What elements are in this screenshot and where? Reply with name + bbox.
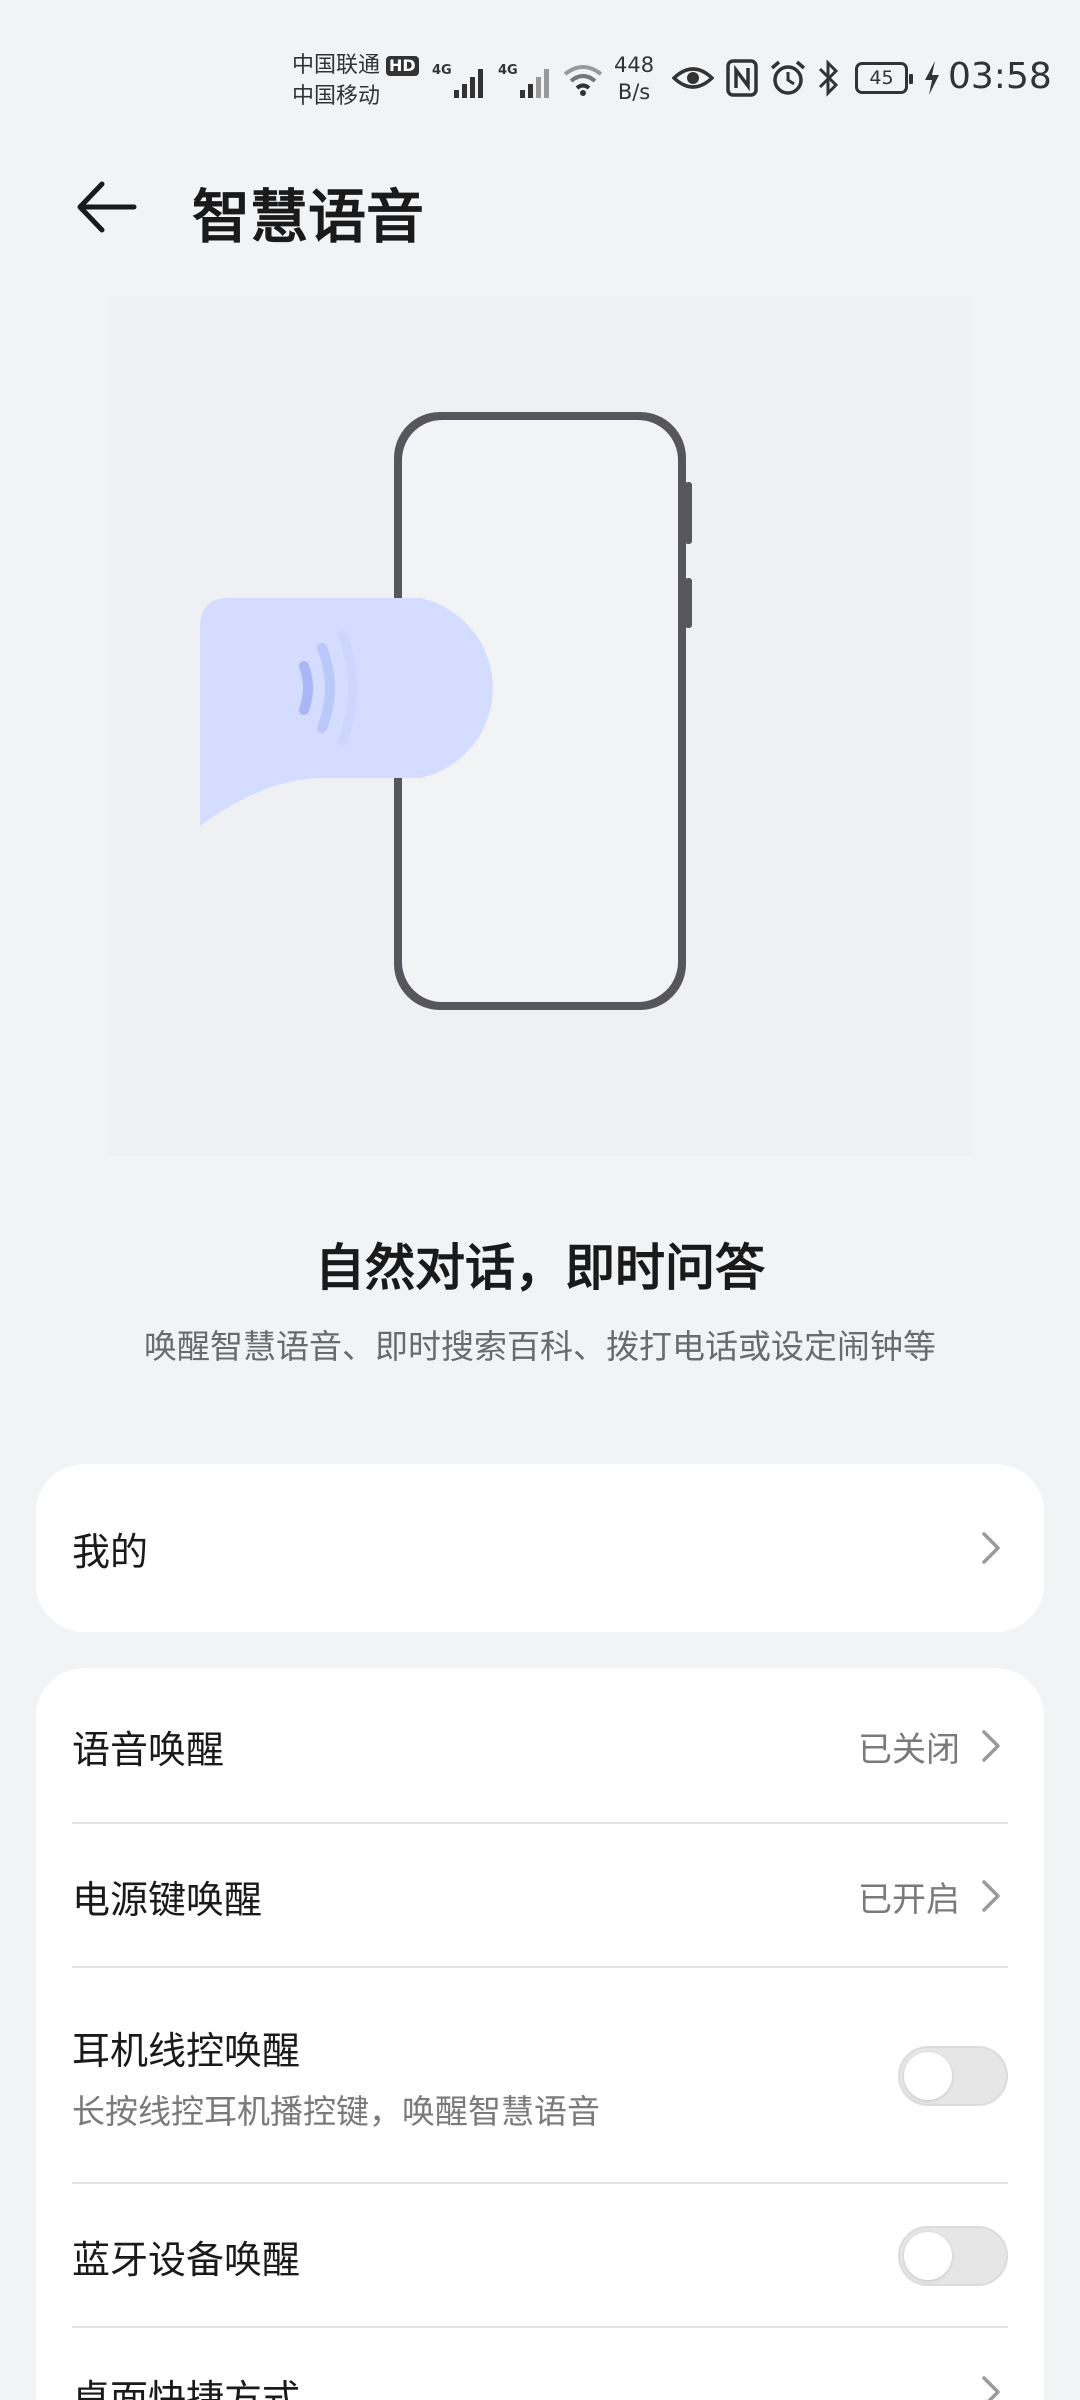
sim1-network-type: 4G bbox=[432, 63, 452, 78]
carrier-2-name: 中国移动 bbox=[292, 84, 381, 109]
toggle-knob bbox=[904, 2052, 952, 2100]
headset-wake-row[interactable]: 耳机线控唤醒 长按线控耳机播控键，唤醒智慧语音 bbox=[36, 1968, 1044, 2184]
headset-wake-text: 耳机线控唤醒 长按线控耳机播控键，唤醒智慧语音 bbox=[72, 2020, 898, 2133]
charging-icon bbox=[925, 61, 939, 95]
battery-indicator: 45 bbox=[855, 62, 913, 94]
alarm-icon bbox=[770, 60, 806, 95]
voice-wake-label: 语音唤醒 bbox=[72, 1727, 225, 1772]
signal-sim1-icon: 4G bbox=[432, 63, 483, 98]
hero-subtitle: 唤醒智慧语音、即时搜索百科、拨打电话或设定闹钟等 bbox=[144, 1327, 936, 1366]
bluetooth-wake-toggle[interactable] bbox=[898, 2226, 1008, 2286]
back-arrow-icon[interactable] bbox=[72, 172, 142, 242]
headset-wake-toggle[interactable] bbox=[898, 2046, 1008, 2106]
mine-card[interactable]: 我的 bbox=[36, 1464, 1044, 1632]
power-key-wake-label: 电源键唤醒 bbox=[72, 1877, 263, 1922]
net-speed-value: 448 bbox=[614, 53, 655, 77]
hd-badge: HD bbox=[386, 55, 419, 76]
toggle-knob bbox=[904, 2232, 952, 2280]
bluetooth-wake-row[interactable]: 蓝牙设备唤醒 bbox=[36, 2184, 1044, 2328]
chevron-right-icon bbox=[982, 2376, 1000, 2400]
battery-level: 45 bbox=[869, 67, 894, 89]
sim2-network-type: 4G bbox=[498, 63, 518, 78]
mine-row[interactable]: 我的 bbox=[36, 1464, 1044, 1632]
signal-sim2-icon: 4G bbox=[498, 63, 549, 98]
hero-illustration bbox=[108, 296, 972, 1156]
eye-comfort-icon bbox=[672, 67, 714, 89]
desktop-shortcut-row[interactable]: 桌面快捷方式 bbox=[36, 2328, 1044, 2400]
page-title: 智慧语音 bbox=[192, 183, 425, 251]
status-bar: 中国联通 HD 中国移动 4G 4G 448 B/s 45 03:58 bbox=[0, 0, 1080, 130]
wake-settings-card: 语音唤醒 已关闭 电源键唤醒 已开启 耳机线控唤醒 长按线控耳机播控键，唤醒智慧… bbox=[36, 1668, 1044, 2400]
power-key-wake-status: 已开启 bbox=[858, 1879, 960, 1920]
nfc-icon bbox=[726, 59, 758, 97]
phone-voice-illustration bbox=[200, 412, 692, 1010]
desktop-shortcut-label: 桌面快捷方式 bbox=[72, 2377, 301, 2400]
carrier-info: 中国联通 HD 中国移动 bbox=[292, 50, 419, 112]
mine-label: 我的 bbox=[72, 1529, 149, 1574]
chevron-right-icon bbox=[982, 1730, 1000, 1762]
carrier-1-name: 中国联通 bbox=[292, 53, 381, 78]
net-speed: 448 B/s bbox=[614, 52, 654, 106]
net-speed-unit: B/s bbox=[617, 80, 651, 104]
headset-wake-label: 耳机线控唤醒 bbox=[72, 2028, 301, 2073]
voice-wake-row[interactable]: 语音唤醒 已关闭 bbox=[36, 1668, 1044, 1824]
bluetooth-wake-label: 蓝牙设备唤醒 bbox=[72, 2237, 301, 2282]
voice-wake-status: 已关闭 bbox=[858, 1729, 960, 1770]
bluetooth-icon bbox=[818, 59, 839, 97]
wifi-icon bbox=[563, 65, 603, 96]
status-time: 03:58 bbox=[948, 56, 1052, 97]
hero-title: 自然对话，即时问答 bbox=[315, 1239, 765, 1297]
chevron-right-icon bbox=[982, 1880, 1000, 1912]
chevron-right-icon bbox=[982, 1532, 1000, 1564]
power-key-wake-row[interactable]: 电源键唤醒 已开启 bbox=[36, 1824, 1044, 1968]
headset-wake-description: 长按线控耳机播控键，唤醒智慧语音 bbox=[72, 2091, 600, 2131]
